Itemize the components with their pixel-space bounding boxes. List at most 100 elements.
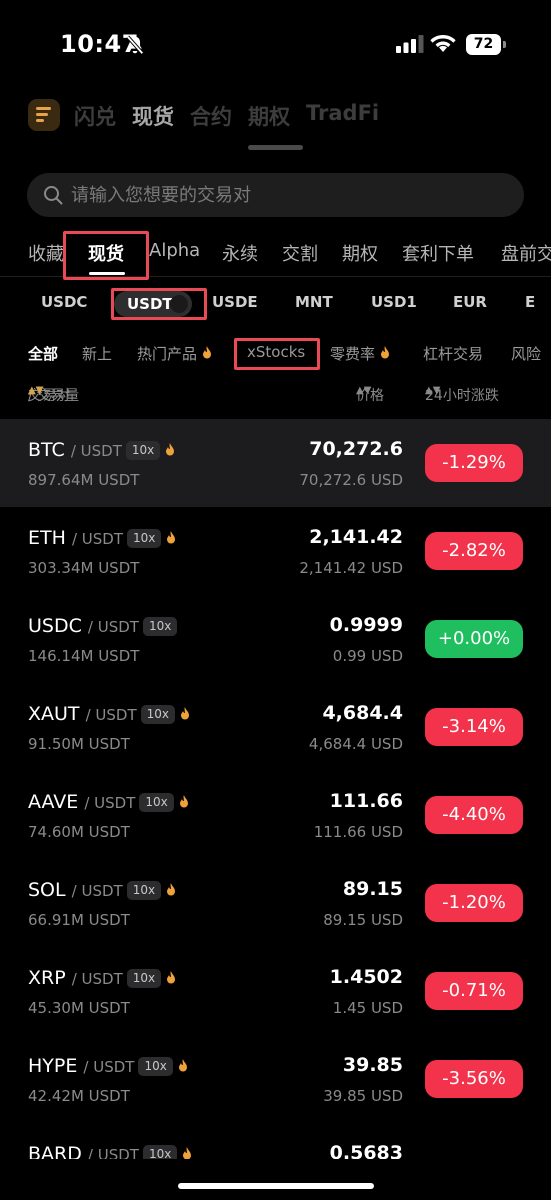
cat-tab-favorites[interactable]: 收藏: [28, 240, 64, 266]
category-tabs: 收藏 现货 Alpha 永续 交割 期权 套利下单 盘前交: [28, 240, 551, 270]
pair-symbol: BARD / USDT 10x: [28, 1143, 193, 1159]
subtab-new[interactable]: 新上: [82, 343, 112, 364]
base-asset: BTC: [28, 439, 65, 461]
pair-symbol: AAVE / USDT 10x: [28, 791, 190, 813]
subtab-xstocks[interactable]: xStocks: [247, 343, 305, 361]
change-badge[interactable]: +0.00%: [425, 620, 523, 658]
quote-asset: / USDT: [87, 618, 139, 636]
subtab-hot-label: 热门产品: [137, 345, 198, 363]
cat-tab-premarket[interactable]: 盘前交: [501, 240, 551, 266]
search-icon: [44, 186, 63, 205]
cat-tab-perpetual[interactable]: 永续: [222, 240, 258, 266]
volume: 45.30M USDT: [28, 999, 130, 1017]
top-product-tabs: 闪兑 现货 合约 期权 TradFi: [74, 101, 379, 131]
tab-spot[interactable]: 现货: [132, 101, 174, 131]
base-asset: ETH: [28, 527, 66, 549]
base-asset: HYPE: [28, 1055, 78, 1077]
market-row[interactable]: USDC / USDT 10x 146.14M USDT 0.9999 0.99 USD…: [0, 595, 551, 683]
quote-asset: / USDT: [70, 442, 122, 460]
price-usd: 1.45 USD: [332, 999, 403, 1017]
market-row[interactable]: XAUT / USDT 10x 91.50M USDT 4,684.4 4,684.4 …: [0, 683, 551, 771]
fire-icon: [167, 531, 176, 544]
sort-icon: ▲▼: [425, 385, 441, 396]
price-usd: 39.85 USD: [323, 1087, 403, 1105]
quote-chip-usdc[interactable]: USDC: [41, 293, 87, 311]
tab-options[interactable]: 期权: [248, 101, 290, 131]
market-row[interactable]: BARD / USDT 10x 0.5683: [0, 1123, 551, 1159]
quote-chip-mnt[interactable]: MNT: [295, 293, 333, 311]
base-asset: SOL: [28, 879, 66, 901]
subtab-risk[interactable]: 风险: [511, 343, 541, 364]
fire-icon: [203, 346, 212, 359]
subtab-zero-fee-label: 零费率: [330, 345, 376, 363]
market-row[interactable]: SOL / USDT 10x 66.91M USDT 89.15 89.15 USD -1…: [0, 859, 551, 947]
price-usd: 70,272.6 USD: [299, 471, 403, 489]
leverage-badge: 10x: [127, 529, 162, 548]
pair-symbol: HYPE / USDT 10x: [28, 1055, 189, 1077]
subtab-zero-fee[interactable]: 零费率: [330, 343, 391, 364]
change-badge[interactable]: -1.29%: [425, 444, 523, 482]
quote-asset: / USDT: [84, 794, 136, 812]
leverage-badge: 10x: [139, 793, 174, 812]
tab-tradfi[interactable]: TradFi: [306, 101, 379, 131]
cat-tab-arbitrage[interactable]: 套利下单: [402, 240, 474, 266]
volume: 66.91M USDT: [28, 911, 130, 929]
change-badge[interactable]: -4.40%: [425, 796, 523, 834]
volume: 42.42M USDT: [28, 1087, 130, 1105]
subtab-margin[interactable]: 杠杆交易: [423, 343, 483, 364]
leverage-badge: 10x: [142, 1145, 178, 1159]
fire-icon: [166, 443, 175, 456]
last-price: 89.15: [342, 878, 403, 900]
cat-tab-options[interactable]: 期权: [342, 240, 378, 266]
change-badge[interactable]: -1.20%: [425, 884, 523, 922]
cat-tab-spot[interactable]: 现货: [88, 240, 124, 266]
column-headers: 交易对 ▲▼ / 交易量 ▲▼ 价格 ▲▼ 24小时涨跌 ▲▼: [0, 385, 551, 405]
market-row[interactable]: BTC / USDT 10x 897.64M USDT 70,272.6 70,272.…: [0, 419, 551, 507]
pair-symbol: BTC / USDT 10x: [28, 439, 176, 461]
market-row[interactable]: HYPE / USDT 10x 42.42M USDT 39.85 39.85 USD -…: [0, 1035, 551, 1123]
search-bar: [27, 173, 524, 217]
market-row[interactable]: AAVE / USDT 10x 74.60M USDT 111.66 111.66 US…: [0, 771, 551, 859]
app-logo-icon[interactable]: [28, 99, 60, 131]
cat-tab-delivery[interactable]: 交割: [282, 240, 318, 266]
quote-chip-eur[interactable]: EUR: [453, 293, 487, 311]
quote-chip-usdt[interactable]: USDT: [114, 291, 192, 317]
quote-currency-filter: USDC USDT USDE MNT USD1 EUR E: [0, 290, 551, 317]
last-price: 0.5683: [329, 1142, 403, 1159]
change-badge[interactable]: -3.56%: [425, 1060, 523, 1098]
quote-chip-more[interactable]: E: [525, 293, 535, 311]
volume: 74.60M USDT: [28, 823, 130, 841]
last-price: 0.9999: [329, 614, 403, 636]
sheet-grabber[interactable]: [248, 145, 303, 150]
quote-chip-usd1[interactable]: USD1: [371, 293, 417, 311]
market-row[interactable]: XRP / USDT 10x 45.30M USDT 1.4502 1.45 USD -0…: [0, 947, 551, 1035]
quote-asset: / USDT: [83, 1058, 135, 1076]
cat-tab-alpha[interactable]: Alpha: [149, 240, 200, 261]
search-input[interactable]: [71, 173, 511, 217]
change-badge[interactable]: -2.82%: [425, 532, 523, 570]
base-asset: XRP: [28, 967, 66, 989]
home-indicator: [178, 1183, 374, 1189]
subtab-all[interactable]: 全部: [28, 343, 58, 364]
leverage-badge: 10x: [125, 441, 161, 460]
change-badge[interactable]: -0.71%: [425, 972, 523, 1010]
fire-icon: [167, 883, 176, 896]
change-badge[interactable]: -3.14%: [425, 708, 523, 746]
wifi-icon: [430, 35, 456, 52]
tab-swap[interactable]: 闪兑: [74, 101, 116, 131]
base-asset: AAVE: [28, 791, 79, 813]
last-price: 1.4502: [329, 966, 403, 988]
tab-contract[interactable]: 合约: [190, 101, 232, 131]
subtab-hot[interactable]: 热门产品: [137, 343, 213, 364]
leverage-badge: 10x: [138, 1057, 173, 1076]
status-bar: 10:47 72: [0, 0, 551, 90]
quote-asset: / USDT: [71, 882, 123, 900]
last-price: 111.66: [329, 790, 403, 812]
pair-symbol: SOL / USDT 10x: [28, 879, 177, 901]
quote-chip-usde[interactable]: USDE: [212, 293, 258, 311]
leverage-badge: 10x: [126, 881, 162, 900]
price-usd: 89.15 USD: [323, 911, 403, 929]
price-usd: 0.99 USD: [332, 647, 403, 665]
volume: 91.50M USDT: [28, 735, 130, 753]
market-row[interactable]: ETH / USDT 10x 303.34M USDT 2,141.42 2,141.4…: [0, 507, 551, 595]
